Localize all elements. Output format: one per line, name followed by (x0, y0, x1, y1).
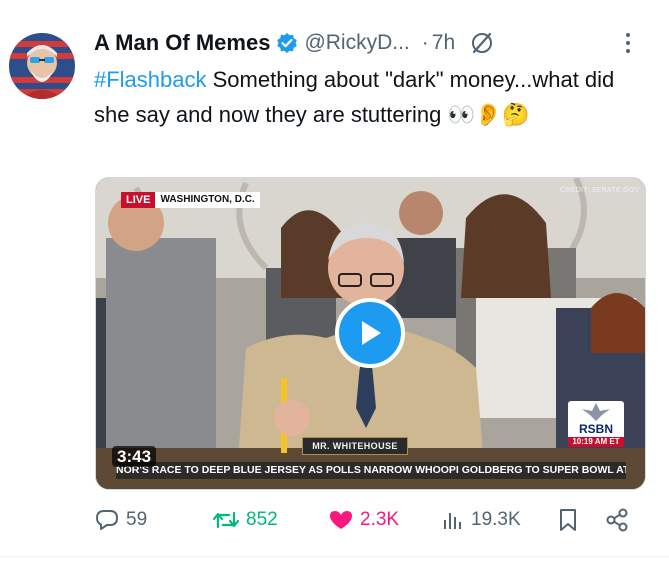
avatar[interactable] (9, 33, 75, 99)
avatar-image (9, 33, 75, 99)
location-label: WASHINGTON, D.C. (155, 192, 260, 208)
share-button[interactable] (604, 503, 636, 537)
live-badge: LIVE WASHINGTON, D.C. (121, 192, 260, 208)
network-logo: RSBN 10:19 AM ET (568, 401, 624, 447)
author-handle[interactable]: @RickyD... (304, 31, 409, 55)
repost-button[interactable]: 852 (212, 503, 278, 537)
view-count: 19.3K (471, 509, 521, 530)
tweet-header: A Man Of Memes @RickyD... · 7h (94, 26, 644, 60)
eagle-icon (582, 403, 610, 421)
like-button[interactable]: 2.3K (328, 503, 399, 537)
post-time[interactable]: 7h (432, 31, 455, 55)
tweet-card[interactable]: A Man Of Memes @RickyD... · 7h #Flashbac… (0, 0, 669, 562)
bookmark-button[interactable] (557, 503, 585, 537)
heart-icon (330, 511, 352, 529)
tweet-actions: 59 852 2.3K 19.3K (94, 503, 644, 537)
views-button[interactable]: 19.3K (441, 503, 521, 537)
reply-button[interactable]: 59 (94, 503, 147, 537)
play-button[interactable] (335, 298, 405, 368)
credit-label: CREDIT: SENATE.GOV (560, 187, 640, 194)
divider (0, 556, 669, 557)
hashtag-link[interactable]: #Flashback (94, 67, 207, 92)
separator-dot: · (421, 31, 429, 54)
tweet-emojis: 👀👂🤔 (447, 102, 530, 127)
like-count: 2.3K (360, 509, 400, 530)
views-chart-icon (444, 513, 461, 529)
network-time: 10:19 AM ET (568, 437, 624, 447)
bookmark-icon (560, 509, 576, 531)
edited-pencil-icon[interactable] (469, 30, 495, 56)
reply-icon (96, 510, 118, 530)
live-label: LIVE (121, 192, 156, 208)
repost-icon (212, 511, 240, 529)
share-icon (606, 508, 628, 532)
news-ticker: NOR'S RACE TO DEEP BLUE JERSEY AS POLLS … (116, 462, 626, 479)
reply-count: 59 (126, 509, 148, 530)
verified-badge-icon (276, 32, 298, 54)
more-options-icon[interactable] (622, 30, 634, 56)
speaker-nameplate: MR. WHITEHOUSE (302, 437, 408, 455)
repost-count: 852 (246, 509, 278, 530)
author-name[interactable]: A Man Of Memes (94, 30, 270, 56)
tweet-text: #Flashback Something about "dark" money.… (94, 62, 634, 132)
video-duration: 3:43 (112, 446, 157, 467)
play-icon (362, 321, 381, 345)
network-name: RSBN (578, 422, 613, 436)
video-thumbnail[interactable]: LIVE WASHINGTON, D.C. CREDIT: SENATE.GOV… (95, 177, 646, 490)
